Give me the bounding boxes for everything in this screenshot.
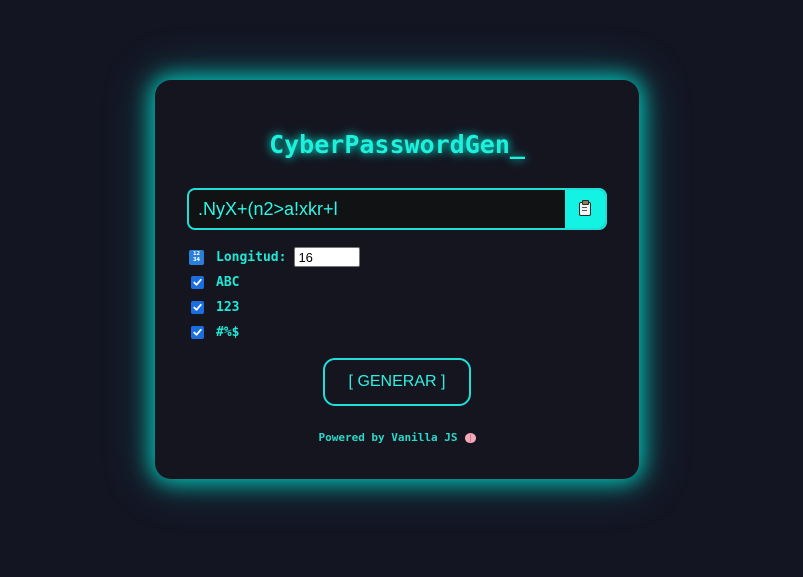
generator-card: CyberPasswordGen_ .NyX+(n2>a!xkr+l 12 34 …	[155, 80, 639, 479]
symbols-label: #%$	[216, 324, 240, 340]
length-option: 12 34 Longitud:	[189, 247, 361, 267]
clipboard-icon	[579, 200, 591, 216]
numbers-option: 123	[189, 297, 239, 317]
numbers-icon: 12 34	[189, 249, 204, 265]
footer-text: Powered by Vanilla JS	[318, 431, 458, 444]
footer: Powered by Vanilla JS	[155, 431, 639, 444]
numbers-checkbox[interactable]	[191, 300, 204, 314]
generate-button[interactable]: [ GENERAR ]	[323, 358, 471, 406]
brain-icon	[464, 432, 476, 443]
app-title: CyberPasswordGen_	[269, 130, 525, 159]
numbers-label: 123	[216, 299, 240, 315]
uppercase-option: ABC	[189, 272, 239, 292]
copy-button[interactable]	[565, 190, 605, 228]
length-label: Longitud:	[216, 249, 287, 265]
symbols-checkbox[interactable]	[191, 325, 204, 339]
uppercase-label: ABC	[216, 274, 240, 290]
password-display: .NyX+(n2>a!xkr+l	[187, 188, 607, 230]
length-input[interactable]	[294, 247, 361, 267]
uppercase-checkbox[interactable]	[191, 275, 204, 289]
password-text: .NyX+(n2>a!xkr+l	[198, 199, 338, 219]
symbols-option: #%$	[189, 322, 239, 342]
